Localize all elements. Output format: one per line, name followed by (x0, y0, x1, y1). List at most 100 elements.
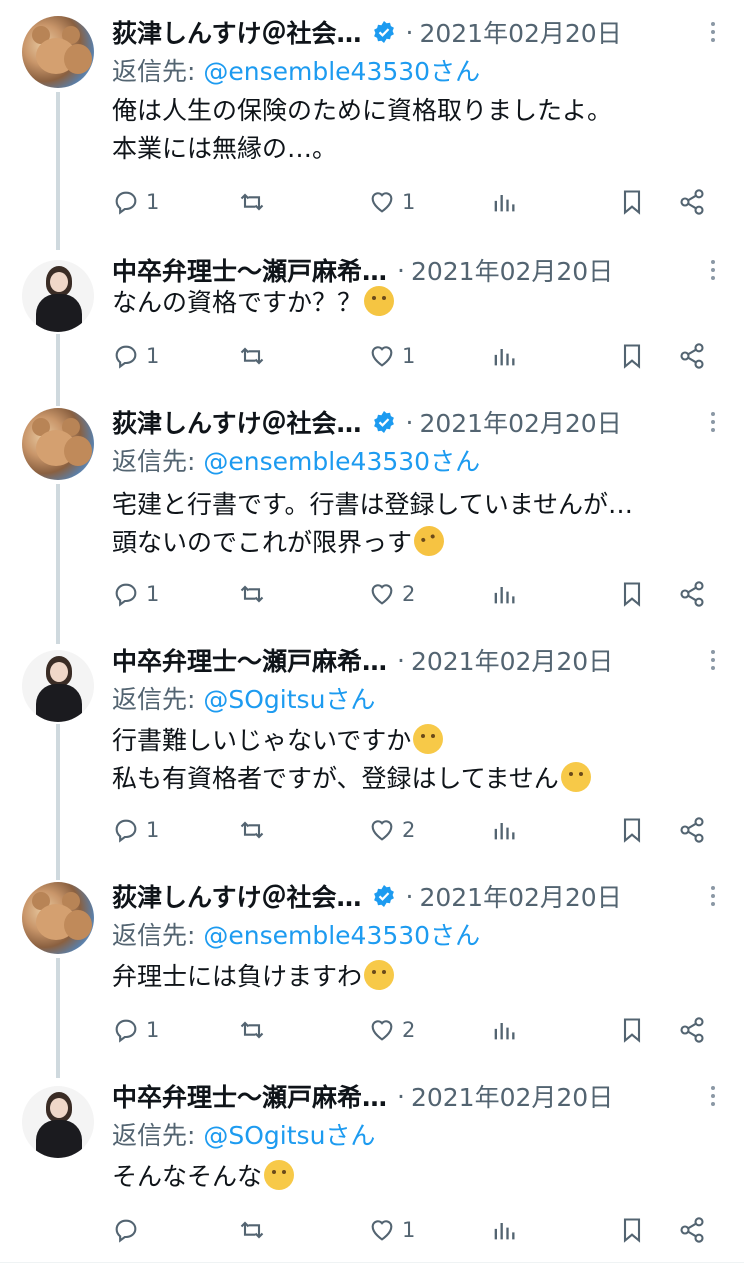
views-icon (494, 823, 515, 840)
more-options-icon[interactable] (710, 412, 716, 436)
separator-dot: · (397, 1081, 405, 1111)
more-options-icon[interactable] (710, 650, 716, 674)
tweet-date[interactable]: 2021年02月20日 (411, 252, 613, 288)
avatar[interactable] (22, 408, 94, 480)
bookmark-button[interactable] (618, 182, 646, 222)
reply-prefix: 返信先: (112, 447, 204, 476)
reply-icon (115, 191, 137, 215)
views-button[interactable] (490, 182, 518, 222)
reply-count: 1 (146, 344, 160, 368)
tweet-date[interactable]: 2021年02月20日 (419, 404, 621, 440)
verified-badge-icon (373, 411, 394, 433)
reply-prefix: 返信先: (112, 921, 204, 950)
share-button[interactable] (678, 1210, 706, 1250)
share-button[interactable] (678, 810, 706, 850)
retweet-button[interactable] (238, 182, 272, 222)
avatar[interactable] (22, 882, 94, 954)
retweet-button[interactable] (238, 336, 272, 376)
reply-handle-link[interactable]: @ensemble43530さん (203, 57, 480, 86)
author-name[interactable]: 荻津しんすけ＠社会… (112, 14, 362, 50)
separator-dot: · (397, 645, 405, 675)
reply-handle-link[interactable]: @SOgitsuさん (203, 685, 375, 714)
like-button[interactable]: 2 (368, 574, 415, 614)
more-options-icon[interactable] (710, 886, 716, 910)
more-options-icon[interactable] (710, 22, 716, 46)
views-button[interactable] (490, 1010, 518, 1050)
views-button[interactable] (490, 810, 518, 850)
views-icon (494, 1223, 515, 1240)
like-button[interactable]: 1 (368, 1210, 415, 1250)
views-button[interactable] (490, 574, 518, 614)
tweet-line: 宅建と行書です。行書は登録していませんが… (112, 490, 634, 519)
reply-to: 返信先: @ensemble43530さん (112, 52, 480, 88)
bookmark-button[interactable] (618, 1210, 646, 1250)
tweet-text: 弁理士には負けますわ (112, 958, 395, 996)
like-button[interactable]: 1 (368, 182, 415, 222)
reply-icon (115, 1219, 137, 1243)
reply-button[interactable]: 1 (112, 810, 159, 850)
retweet-button[interactable] (238, 810, 272, 850)
reply-to: 返信先: @ensemble43530さん (112, 916, 480, 952)
avatar[interactable] (22, 16, 94, 88)
share-button[interactable] (678, 182, 706, 222)
retweet-icon (240, 1021, 264, 1039)
tweet-date[interactable]: 2021年02月20日 (411, 1078, 613, 1114)
reply-button[interactable]: 1 (112, 1010, 159, 1050)
tweet-date[interactable]: 2021年02月20日 (411, 642, 613, 678)
avatar[interactable] (22, 1086, 94, 1158)
views-icon (494, 349, 515, 366)
bookmark-button[interactable] (618, 810, 646, 850)
thread-line (56, 92, 60, 250)
retweet-icon (240, 1221, 264, 1239)
retweet-button[interactable] (238, 574, 272, 614)
more-options-icon[interactable] (710, 260, 716, 284)
more-options-icon[interactable] (710, 1086, 716, 1110)
avatar[interactable] (22, 650, 94, 722)
reply-button[interactable]: 1 (112, 574, 159, 614)
share-button[interactable] (678, 336, 706, 376)
share-button[interactable] (678, 574, 706, 614)
views-button[interactable] (490, 1210, 518, 1250)
author-name[interactable]: 荻津しんすけ＠社会… (112, 878, 362, 914)
reply-icon (115, 583, 137, 607)
author-name[interactable]: 中卒弁理士〜瀬戸麻希… (112, 642, 387, 678)
bookmark-button[interactable] (618, 1010, 646, 1050)
reply-button[interactable]: 1 (112, 182, 159, 222)
reply-handle-link[interactable]: @ensemble43530さん (203, 921, 480, 950)
bookmark-button[interactable] (618, 336, 646, 376)
bookmark-icon (623, 190, 641, 215)
share-button[interactable] (678, 1010, 706, 1050)
divider (0, 1262, 744, 1280)
tweet-line: なんの資格ですか？？ (112, 288, 363, 317)
author-name[interactable]: 中卒弁理士〜瀬戸麻希… (112, 1078, 387, 1114)
views-button[interactable] (490, 336, 518, 376)
action-bar: 1 1 (112, 336, 712, 376)
retweet-button[interactable] (238, 1010, 272, 1050)
tweet-line: 頭ないのでこれが限界っす (112, 528, 413, 557)
reply-button[interactable]: 1 (112, 336, 159, 376)
author-name[interactable]: 中卒弁理士〜瀬戸麻希… (112, 252, 387, 288)
reply-prefix: 返信先: (112, 1121, 204, 1150)
thread-line (56, 958, 60, 1078)
tweet-text: 行書難しいじゃないですか 私も有資格者ですが、登録はしてません (112, 722, 591, 798)
tweet-date[interactable]: 2021年02月20日 (419, 878, 621, 914)
separator-dot: · (405, 17, 414, 47)
reply-handle-link[interactable]: @SOgitsuさん (203, 1121, 375, 1150)
reply-handle-link[interactable]: @ensemble43530さん (203, 447, 480, 476)
share-icon (680, 189, 704, 215)
heart-icon (371, 1220, 393, 1241)
tweet-date[interactable]: 2021年02月20日 (419, 14, 621, 50)
avatar[interactable] (22, 260, 94, 332)
like-button[interactable]: 1 (368, 336, 415, 376)
retweet-icon (240, 821, 264, 839)
like-button[interactable]: 2 (368, 1010, 415, 1050)
tweet-text: 俺は人生の保険のために資格取りましたよ。 本業には無縁の…。 (112, 92, 612, 168)
separator-dot: · (405, 881, 414, 911)
action-bar: 1 1 (112, 182, 712, 222)
retweet-button[interactable] (238, 1210, 272, 1250)
like-button[interactable]: 2 (368, 810, 415, 850)
bookmark-button[interactable] (618, 574, 646, 614)
views-icon (494, 1023, 515, 1040)
author-name[interactable]: 荻津しんすけ＠社会… (112, 404, 362, 440)
reply-button[interactable] (112, 1210, 146, 1250)
